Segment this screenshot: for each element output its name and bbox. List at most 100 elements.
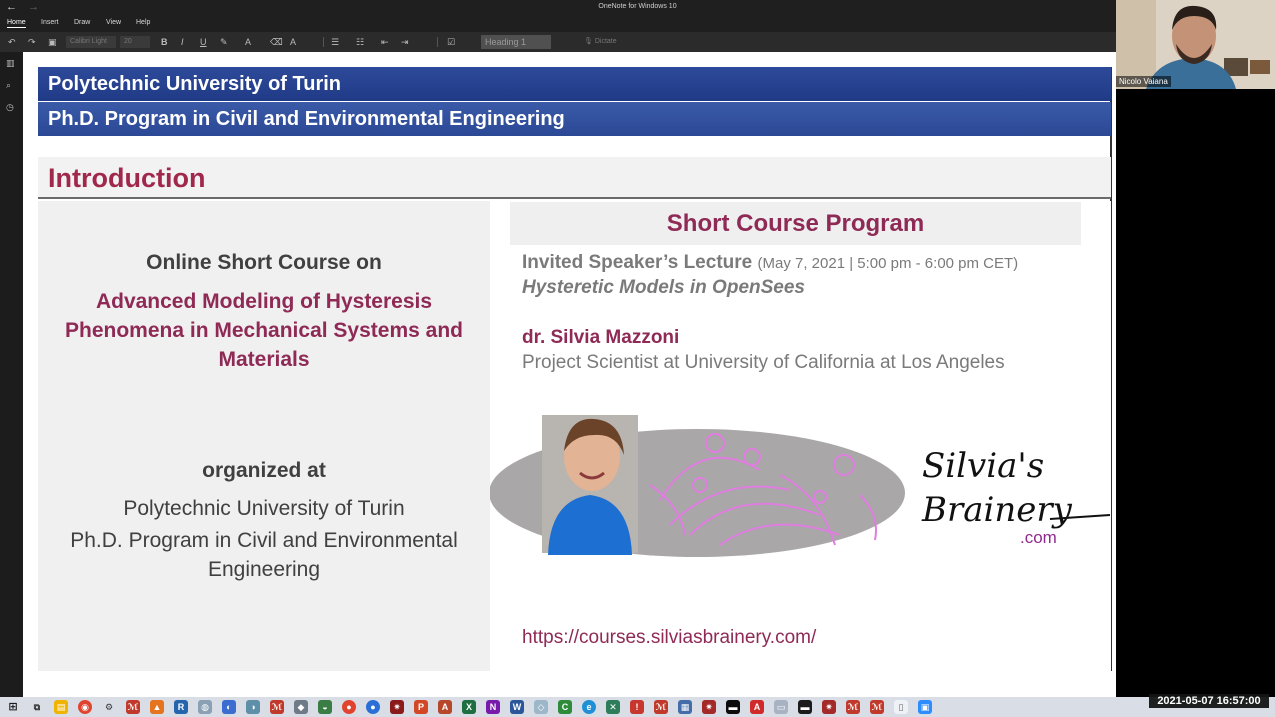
- lecture-label: Invited Speaker’s Lecture: [522, 252, 753, 273]
- app-icon[interactable]: ▭: [774, 700, 788, 714]
- mathcad-icon[interactable]: ℳ: [126, 700, 140, 714]
- course-info-panel: Online Short Course on Advanced Modeling…: [38, 201, 490, 671]
- maps-icon[interactable]: ●: [342, 700, 356, 714]
- clear-format-icon[interactable]: ⌫: [270, 36, 283, 48]
- matlab-icon[interactable]: ▲: [150, 700, 164, 714]
- organized-label: organized at: [202, 459, 326, 482]
- tab-help[interactable]: Help: [136, 19, 150, 26]
- style-dropdown[interactable]: Heading 1: [481, 35, 551, 49]
- speaker-photo: [542, 415, 638, 555]
- bold-icon[interactable]: B: [161, 36, 168, 48]
- redo-icon[interactable]: ↷: [28, 36, 36, 48]
- checkbox-tag-icon[interactable]: ☑: [447, 36, 455, 48]
- course-url[interactable]: https://courses.silviasbrainery.com/: [522, 627, 816, 649]
- speaker-name: dr. Silvia Mazzoni: [522, 327, 680, 348]
- ribbon-tabs: Home Insert Draw View Help: [0, 16, 1116, 32]
- mathcad-icon[interactable]: ℳ: [846, 700, 860, 714]
- settings-icon[interactable]: ⚙: [102, 700, 116, 714]
- chrome-icon[interactable]: ◉: [78, 700, 92, 714]
- tab-insert[interactable]: Insert: [41, 19, 59, 26]
- bullets-icon[interactable]: ☰: [331, 36, 339, 48]
- page-canvas[interactable]: Polytechnic University of Turin Ph.D. Pr…: [23, 52, 1116, 697]
- video-panel-background: [1116, 89, 1275, 697]
- course-title-line: Advanced Modeling of Hysteresis: [95, 290, 433, 313]
- mathcad-icon[interactable]: ℳ: [270, 700, 284, 714]
- organizer-line: Polytechnic University of Turin: [123, 497, 405, 520]
- mathcad-icon[interactable]: ℳ: [654, 700, 668, 714]
- font-color-icon[interactable]: A: [245, 36, 251, 48]
- app-icon[interactable]: ◒: [318, 700, 332, 714]
- recent-icon[interactable]: ◷: [6, 102, 14, 113]
- app-icon[interactable]: ✕: [606, 700, 620, 714]
- text-style-icon[interactable]: A: [290, 36, 296, 48]
- access-icon[interactable]: A: [438, 700, 452, 714]
- app-icon[interactable]: ▦: [678, 700, 692, 714]
- participant-name: Nicolo Vaiana: [1116, 76, 1171, 87]
- mathcad-icon[interactable]: ℳ: [870, 700, 884, 714]
- acrobat-icon[interactable]: A: [750, 700, 764, 714]
- course-title-line: Phenomena in Mechanical Systems and: [65, 319, 463, 342]
- app-icon[interactable]: ◐: [222, 700, 236, 714]
- font-size-field[interactable]: 20: [120, 36, 150, 48]
- onenote-icon[interactable]: N: [486, 700, 500, 714]
- excel-icon[interactable]: X: [462, 700, 476, 714]
- lecture-line: Invited Speaker’s Lecture (May 7, 2021 |…: [522, 252, 1018, 274]
- screen: ← → OneNote for Windows 10 Home Insert D…: [0, 0, 1275, 717]
- window-title: OneNote for Windows 10: [598, 3, 677, 10]
- notebooks-icon[interactable]: ▥: [6, 58, 15, 69]
- lecture-topic: Hysteretic Models in OpenSees: [522, 277, 805, 298]
- tab-home[interactable]: Home: [7, 19, 26, 28]
- zoom-icon[interactable]: ▣: [918, 700, 932, 714]
- app-icon[interactable]: ▬: [798, 700, 812, 714]
- app-icon[interactable]: ✷: [702, 700, 716, 714]
- app-icon[interactable]: ◑: [246, 700, 260, 714]
- app-icon[interactable]: ◇: [534, 700, 548, 714]
- app-icon[interactable]: ◆: [294, 700, 308, 714]
- powerpoint-icon[interactable]: P: [414, 700, 428, 714]
- italic-icon[interactable]: I: [181, 36, 184, 48]
- slide-image: Polytechnic University of Turin Ph.D. Pr…: [38, 67, 1112, 671]
- file-explorer-icon[interactable]: ▤: [54, 700, 68, 714]
- program-panel: Short Course Program Invited Speaker’s L…: [490, 201, 1111, 671]
- dictate-button[interactable]: 🎙 Dictate: [584, 36, 617, 48]
- taskbar: ⊞ ⧉ ▤ ◉ ⚙ ℳ ▲ R ◍ ◐ ◑ ℳ ◆ ◒ ● ● ✷ P A X …: [0, 697, 1275, 717]
- university-banner: Polytechnic University of Turin: [38, 67, 1111, 101]
- search-icon[interactable]: ⌕: [6, 80, 11, 91]
- undo-icon[interactable]: ↶: [8, 36, 16, 48]
- logo-text-silvias: Silvia's: [922, 446, 1044, 486]
- title-bar: ← → OneNote for Windows 10: [0, 0, 1116, 16]
- course-intro: Online Short Course on: [146, 251, 382, 274]
- task-view-icon[interactable]: ⧉: [30, 700, 44, 714]
- separator: [323, 37, 324, 47]
- app-icon[interactable]: ✷: [390, 700, 404, 714]
- organizer-line: Engineering: [207, 558, 321, 581]
- terminal-icon[interactable]: ▬: [726, 700, 740, 714]
- app-icon[interactable]: !: [630, 700, 644, 714]
- tab-view[interactable]: View: [106, 19, 121, 26]
- left-sidebar: ▥ ⌕ ◷: [0, 52, 23, 697]
- program-banner: Ph.D. Program in Civil and Environmental…: [38, 102, 1111, 136]
- font-name-field[interactable]: Calibri Light: [66, 36, 116, 48]
- organizer-line: Ph.D. Program in Civil and Environmental: [70, 529, 458, 552]
- app-icon[interactable]: ◍: [198, 700, 212, 714]
- logo-text-brainery: Brainery: [921, 490, 1073, 530]
- notepad-icon[interactable]: ▯: [894, 700, 908, 714]
- indent-icon[interactable]: ⇥: [401, 36, 409, 48]
- section-title: Introduction: [48, 163, 206, 193]
- numbering-icon[interactable]: ☷: [356, 36, 364, 48]
- tab-draw[interactable]: Draw: [74, 19, 90, 26]
- underline-icon[interactable]: U: [200, 36, 207, 48]
- highlight-icon[interactable]: ✎: [220, 36, 228, 48]
- course-title-line: Materials: [218, 348, 310, 371]
- app-icon[interactable]: ✷: [822, 700, 836, 714]
- clipboard-icon[interactable]: ▣: [48, 36, 57, 48]
- separator: [437, 37, 438, 47]
- app-icon[interactable]: ●: [366, 700, 380, 714]
- word-icon[interactable]: W: [510, 700, 524, 714]
- outdent-icon[interactable]: ⇤: [381, 36, 389, 48]
- app-icon[interactable]: C: [558, 700, 572, 714]
- recording-timestamp: 2021-05-07 16:57:00: [1149, 694, 1269, 708]
- edge-icon[interactable]: e: [582, 700, 596, 714]
- start-icon[interactable]: ⊞: [6, 700, 20, 714]
- r-icon[interactable]: R: [174, 700, 188, 714]
